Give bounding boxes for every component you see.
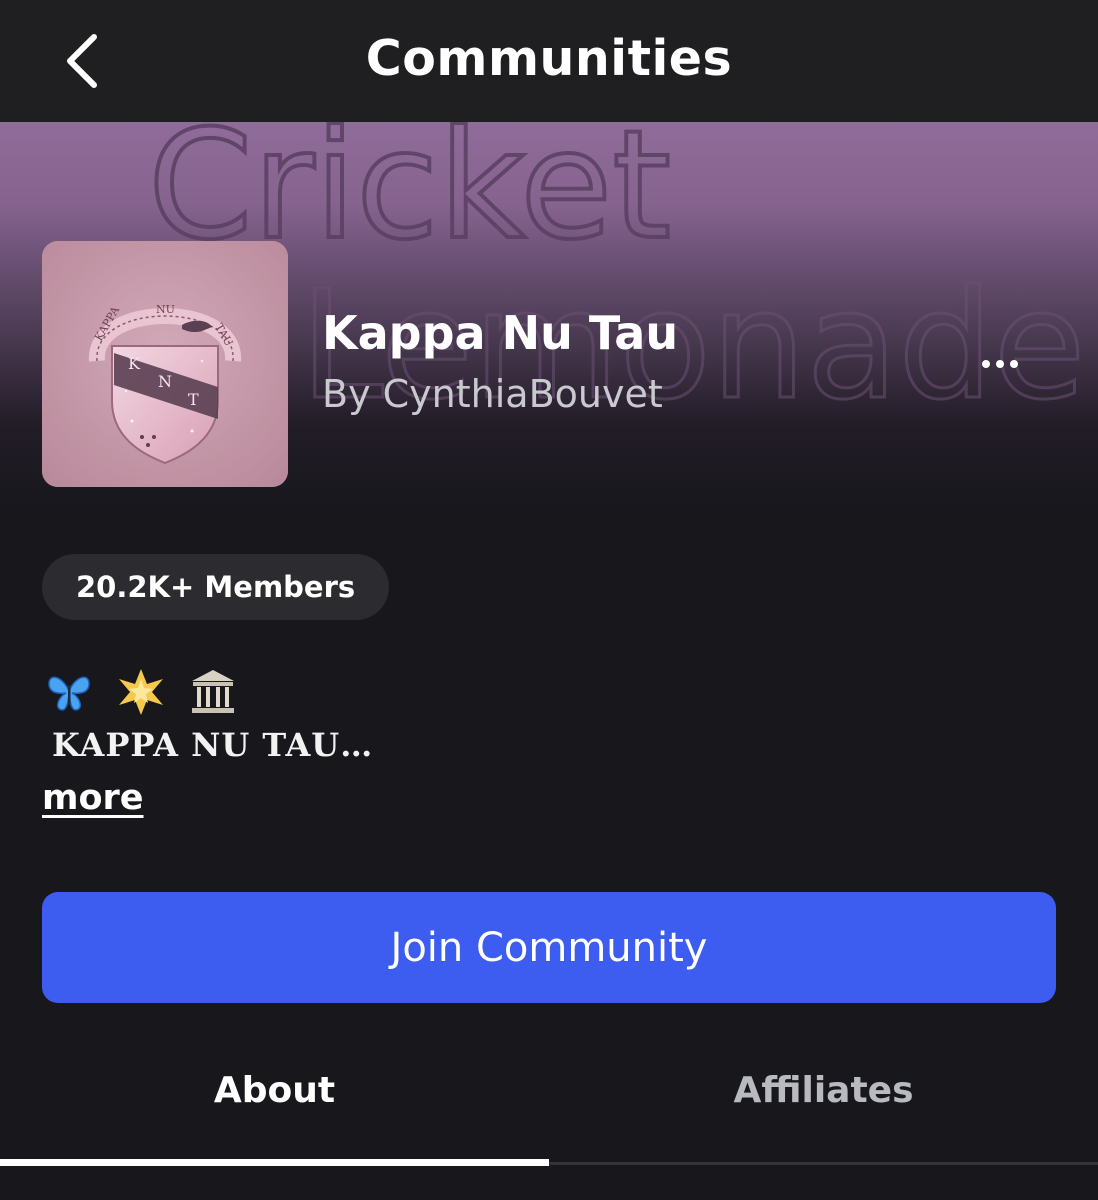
page-title: Communities xyxy=(365,30,733,87)
more-options-button[interactable] xyxy=(972,344,1028,384)
community-avatar[interactable]: KAPPA NU TAU K N T xyxy=(42,241,288,487)
ellipsis-dot xyxy=(1010,360,1018,368)
ellipsis-dot xyxy=(996,360,1004,368)
community-name: Kappa Nu Tau xyxy=(322,306,679,360)
community-logo: KAPPA NU TAU K N T xyxy=(42,241,288,487)
butterfly-icon xyxy=(44,667,94,717)
top-bar: Communities xyxy=(0,0,1098,122)
community-page: Communities Cricket Lemonade KAPPA NU TA… xyxy=(0,0,1098,1200)
logo-letter-t: T xyxy=(188,390,199,409)
ellipsis-icon xyxy=(982,360,990,368)
logo-letter-k: K xyxy=(128,354,141,373)
tab-about[interactable]: About xyxy=(0,1070,549,1111)
join-community-button[interactable]: Join Community xyxy=(42,892,1056,1003)
active-tab-indicator xyxy=(0,1159,549,1166)
community-author[interactable]: By CynthiaBouvet xyxy=(322,372,663,416)
members-badge: 20.2K+ Members xyxy=(42,554,390,620)
community-description: KAPPA NU TAU… xyxy=(52,726,374,764)
description-emoji-row xyxy=(44,666,238,718)
glowing-star-icon xyxy=(116,667,166,717)
tab-affiliates[interactable]: Affiliates xyxy=(549,1070,1098,1111)
logo-letter-n: N xyxy=(158,372,172,391)
description-more-link[interactable]: more xyxy=(42,778,144,818)
logo-arc-word-2: NU xyxy=(156,303,175,316)
tab-bar: About Affiliates xyxy=(0,1050,1098,1170)
classical-building-icon xyxy=(188,667,238,717)
